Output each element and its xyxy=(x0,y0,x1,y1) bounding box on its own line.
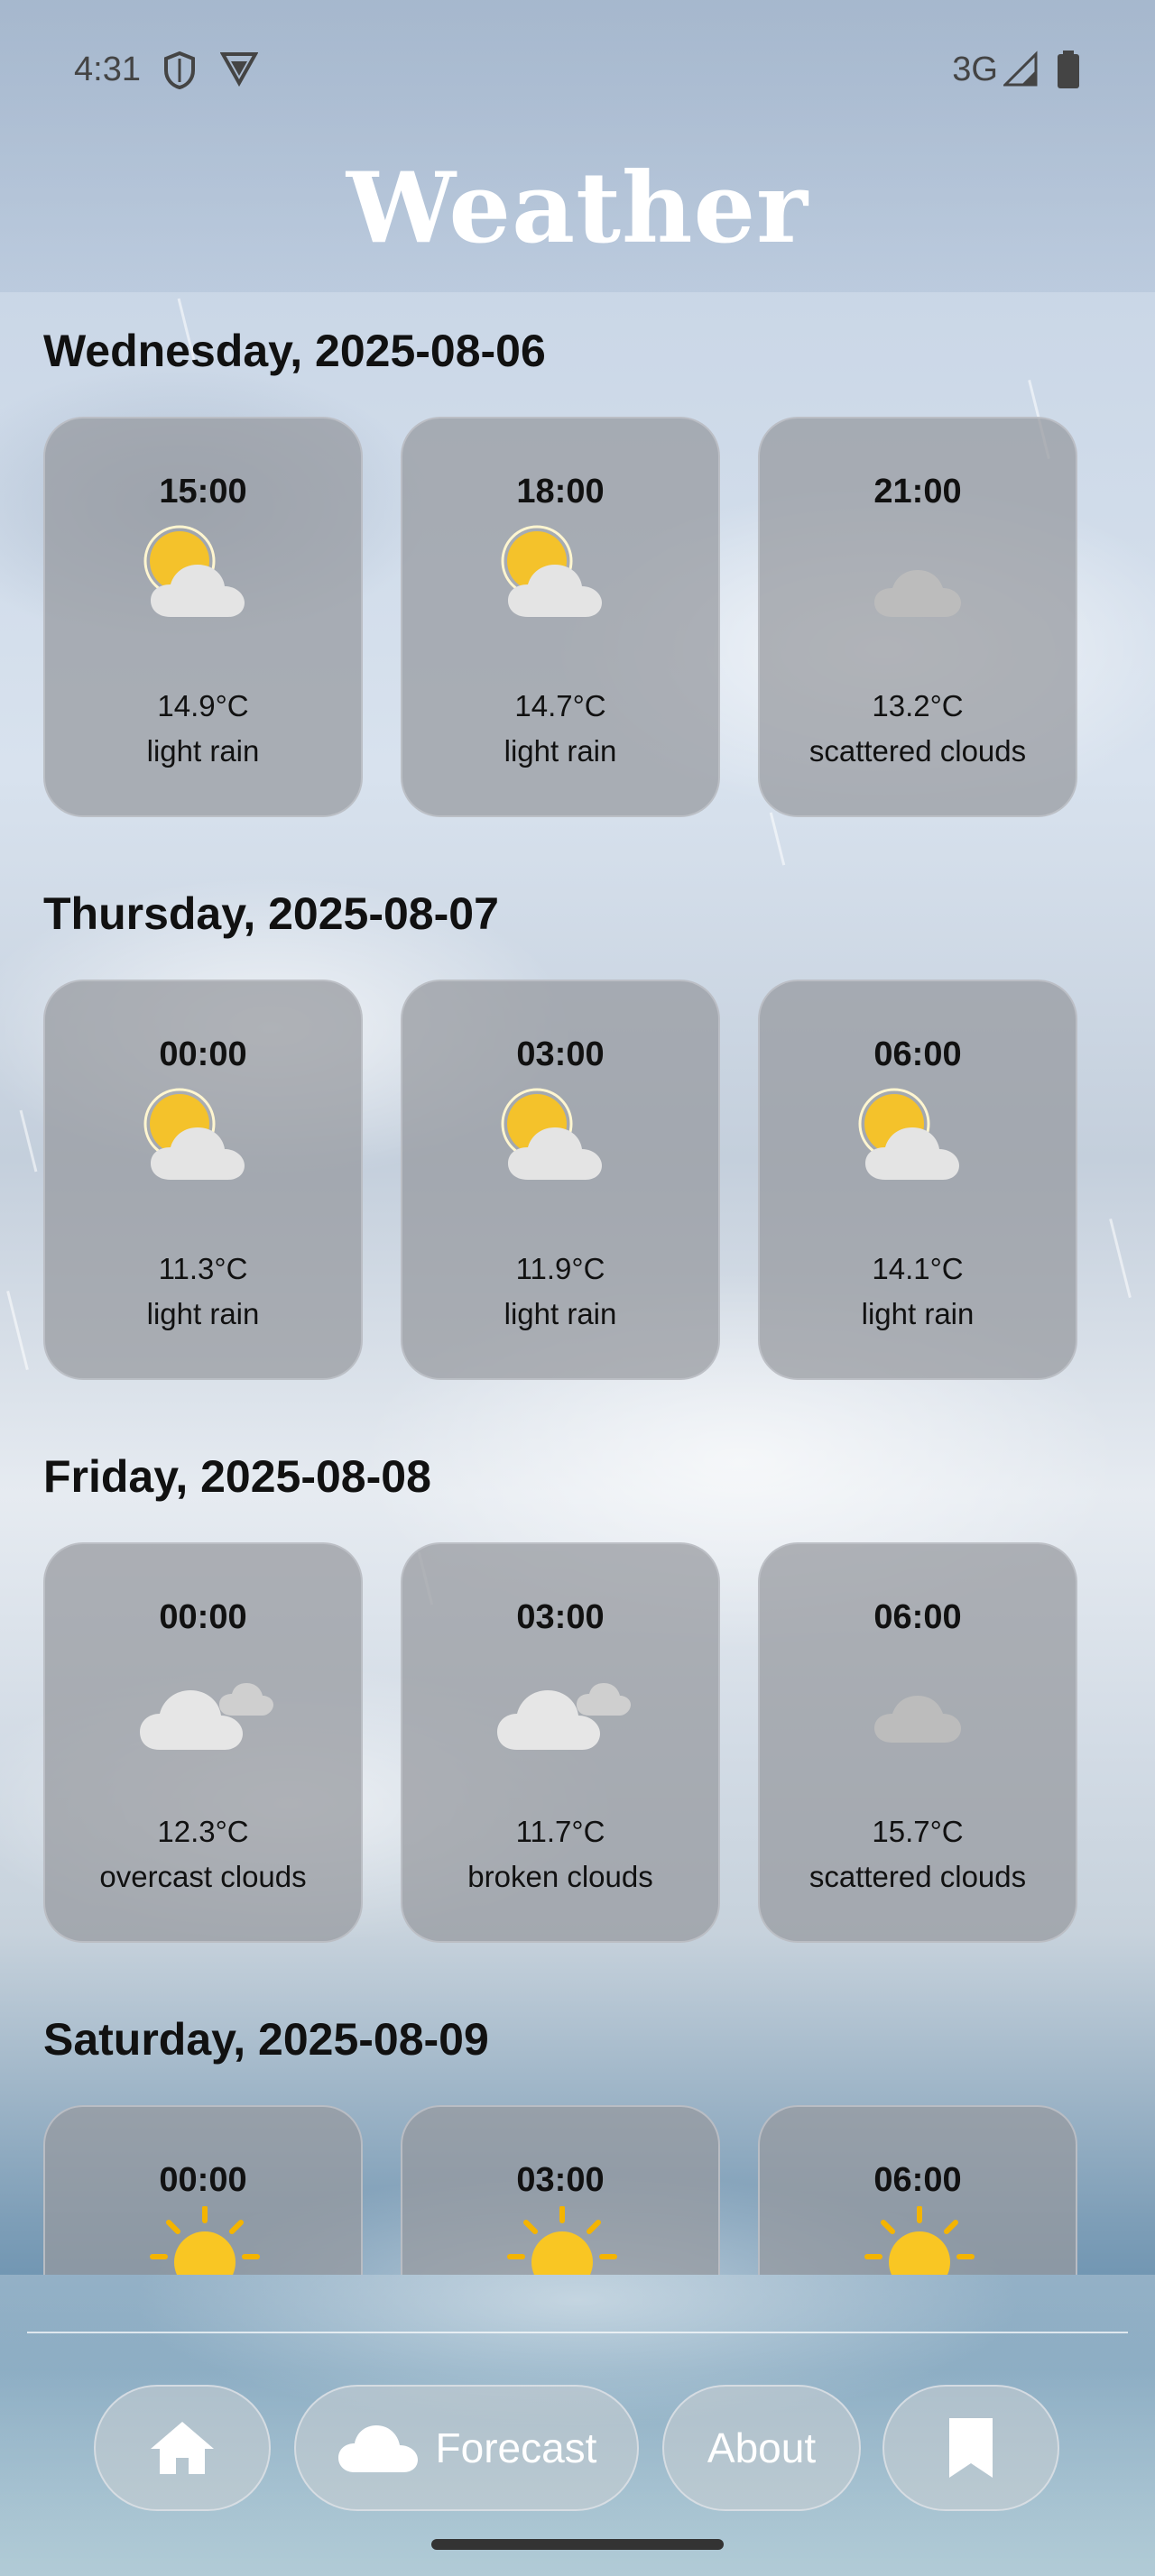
forecast-card[interactable]: 18:00 14.7°C light rain xyxy=(401,417,720,817)
sun-cloud-icon xyxy=(490,518,634,626)
about-button[interactable]: About xyxy=(662,2385,861,2511)
forecast-time: 00:00 xyxy=(159,1598,247,1636)
forecast-temperature: 12.3°C xyxy=(157,1815,249,1848)
forecast-description: light rain xyxy=(861,1297,975,1330)
forecast-time: 00:00 xyxy=(159,2161,247,2199)
forecast-description: scattered clouds xyxy=(808,734,1027,768)
forecast-card[interactable]: 03:00 11.7°C broken clouds xyxy=(401,1542,720,1943)
forecast-card[interactable]: 00:00 12.3°C overcast clouds xyxy=(43,1542,363,1943)
forecast-time: 06:00 xyxy=(873,1035,962,1073)
shield-icon xyxy=(162,51,197,95)
forecast-time: 15:00 xyxy=(159,473,247,511)
forecast-button[interactable]: Forecast xyxy=(294,2385,639,2511)
status-time: 4:31 xyxy=(74,51,141,88)
forecast-temperature: 11.9°C xyxy=(515,1252,605,1285)
forecast-card[interactable]: 21:00 13.2°C scattered clouds xyxy=(758,417,1077,817)
day-heading: Thursday, 2025-08-07 xyxy=(43,888,499,939)
status-bar: 4:31 3G xyxy=(0,0,1155,141)
sun-cloud-icon xyxy=(490,1081,634,1189)
bookmark-icon xyxy=(949,2418,993,2478)
about-label: About xyxy=(707,2424,817,2471)
forecast-temperature: 15.7°C xyxy=(872,1815,964,1848)
cloud-icon xyxy=(337,2425,418,2472)
forecast-time: 06:00 xyxy=(873,2161,962,2199)
app-title: Weather xyxy=(346,152,809,265)
cloud-icon xyxy=(847,1643,992,1752)
forecast-temperature: 11.3°C xyxy=(158,1252,248,1285)
forecast-description: light rain xyxy=(504,734,617,768)
forecast-description: scattered clouds xyxy=(808,1860,1027,1893)
forecast-description: light rain xyxy=(146,1297,260,1330)
clouds-icon xyxy=(133,1643,277,1752)
forecast-time: 03:00 xyxy=(516,1035,605,1073)
vpn-icon xyxy=(219,51,259,91)
network-type: 3G xyxy=(952,51,998,88)
forecast-time: 03:00 xyxy=(516,1598,605,1636)
forecast-time: 18:00 xyxy=(516,473,605,511)
forecast-temperature: 11.7°C xyxy=(515,1815,605,1848)
forecast-scroll[interactable]: Wednesday, 2025-08-06 15:00 14.9°C light ra… xyxy=(0,292,1155,2275)
forecast-temperature: 14.9°C xyxy=(157,689,249,722)
battery-icon xyxy=(1058,51,1079,93)
sun-cloud-icon xyxy=(133,518,277,626)
forecast-time: 00:00 xyxy=(159,1035,247,1073)
forecast-time: 06:00 xyxy=(873,1598,962,1636)
forecast-time: 03:00 xyxy=(516,2161,605,2199)
day-heading: Friday, 2025-08-08 xyxy=(43,1451,431,1502)
home-button[interactable] xyxy=(94,2385,271,2511)
forecast-description: light rain xyxy=(504,1297,617,1330)
forecast-description: light rain xyxy=(146,734,260,768)
signal-icon xyxy=(1002,51,1038,91)
forecast-description: overcast clouds xyxy=(99,1860,307,1893)
home-icon xyxy=(151,2422,214,2474)
bookmark-button[interactable] xyxy=(882,2385,1059,2511)
sun-icon xyxy=(133,2205,277,2275)
forecast-card[interactable]: 03:00 xyxy=(401,2105,720,2275)
sun-icon xyxy=(490,2205,634,2275)
sun-cloud-icon xyxy=(133,1081,277,1189)
clouds-icon xyxy=(490,1643,634,1752)
forecast-card[interactable]: 00:00 11.3°C light rain xyxy=(43,980,363,1380)
forecast-card[interactable]: 06:00 xyxy=(758,2105,1077,2275)
day-heading: Wednesday, 2025-08-06 xyxy=(43,326,546,376)
sun-icon xyxy=(847,2205,992,2275)
forecast-description: broken clouds xyxy=(467,1860,653,1893)
forecast-card[interactable]: 06:00 15.7°C scattered clouds xyxy=(758,1542,1077,1943)
forecast-card[interactable]: 15:00 14.9°C light rain xyxy=(43,417,363,817)
cloud-icon xyxy=(847,518,992,626)
forecast-temperature: 14.7°C xyxy=(514,689,606,722)
forecast-label: Forecast xyxy=(435,2424,597,2471)
sun-cloud-icon xyxy=(847,1081,992,1189)
forecast-temperature: 14.1°C xyxy=(872,1252,964,1285)
forecast-card[interactable]: 06:00 14.1°C light rain xyxy=(758,980,1077,1380)
day-heading: Saturday, 2025-08-09 xyxy=(43,2014,489,2065)
forecast-time: 21:00 xyxy=(873,473,962,511)
forecast-card[interactable]: 00:00 xyxy=(43,2105,363,2275)
home-indicator xyxy=(431,2539,724,2550)
divider xyxy=(27,2332,1128,2333)
forecast-temperature: 13.2°C xyxy=(872,689,964,722)
forecast-card[interactable]: 03:00 11.9°C light rain xyxy=(401,980,720,1380)
